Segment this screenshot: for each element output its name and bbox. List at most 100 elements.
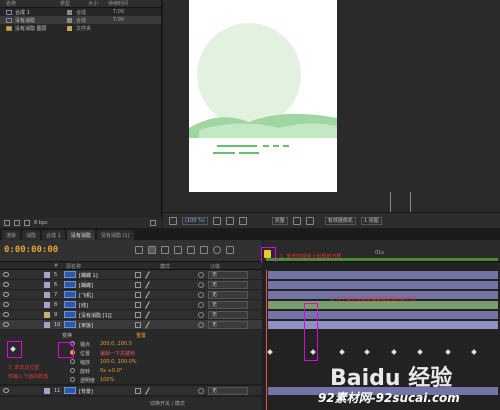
col-size[interactable]: 大小 <box>88 0 108 7</box>
stopwatch-icon[interactable] <box>70 359 75 364</box>
new-composition-icon[interactable] <box>24 220 30 226</box>
frame-blend-icon[interactable] <box>161 246 169 254</box>
pick-whip-icon[interactable] <box>198 272 204 278</box>
comp-mini-flowchart-icon[interactable] <box>135 246 143 254</box>
pick-whip-icon[interactable] <box>198 322 204 328</box>
label-swatch[interactable] <box>44 312 50 318</box>
property-row-position[interactable]: 位置 编辑一下关键帧 <box>0 348 262 357</box>
layer-row[interactable]: 11 [背景] 无 <box>0 386 262 396</box>
zoom-select[interactable]: (100 %) <box>182 216 208 225</box>
live-update-icon[interactable] <box>226 246 234 254</box>
layer-duration-bar[interactable] <box>268 311 498 319</box>
shy-switch[interactable] <box>135 322 141 328</box>
tab-shy[interactable]: 消隐 <box>22 230 41 240</box>
quality-switch[interactable] <box>145 291 150 299</box>
layer-name[interactable]: [飞机] <box>79 292 93 299</box>
shy-switch[interactable] <box>135 282 141 288</box>
camera-select[interactable]: 有效摄像机 <box>324 216 356 225</box>
transform-label[interactable]: 变换 <box>62 332 72 339</box>
tab-no-shy[interactable]: 没有消隐 <box>66 230 95 240</box>
parent-select[interactable]: 无 <box>208 311 248 319</box>
layer-row[interactable]: 7 [飞机] 无 <box>0 290 262 300</box>
tab-comp-1[interactable]: 合成 1 <box>42 230 65 240</box>
mask-icon[interactable] <box>225 216 234 225</box>
transparency-grid-icon[interactable] <box>305 216 314 225</box>
grid-icon[interactable] <box>212 216 221 225</box>
eye-icon[interactable] <box>3 292 9 297</box>
layer-row[interactable]: 8 [线] 无 <box>0 300 262 310</box>
shy-switch[interactable] <box>135 272 141 278</box>
project-item[interactable]: 没有消隐 图层 文件夹 <box>0 24 161 32</box>
eye-icon[interactable] <box>3 322 9 327</box>
toggle-switches-modes[interactable]: 切换开关 / 模式 <box>150 400 185 407</box>
parent-select[interactable]: 无 <box>208 271 248 279</box>
label-swatch[interactable] <box>44 292 50 298</box>
interpret-footage-icon[interactable] <box>4 220 10 226</box>
label-swatch[interactable] <box>44 322 50 328</box>
views-select[interactable]: 1 视图 <box>360 216 382 225</box>
property-row[interactable]: 锚点 200.0, 200.0 <box>0 339 262 348</box>
layer-name[interactable]: [线] <box>79 302 88 309</box>
layer-name[interactable]: [背景] <box>79 388 93 395</box>
label-swatch[interactable] <box>44 272 50 278</box>
quality-switch[interactable] <box>145 271 150 279</box>
tab-render[interactable]: 渲染 <box>2 230 21 240</box>
pick-whip-icon[interactable] <box>198 282 204 288</box>
label-swatch[interactable] <box>44 302 50 308</box>
label-swatch[interactable] <box>44 282 50 288</box>
brainstorm-icon[interactable] <box>187 246 195 254</box>
quality-switch[interactable] <box>145 311 150 319</box>
eye-icon[interactable] <box>3 282 9 287</box>
eye-icon[interactable] <box>3 312 9 317</box>
layer-name[interactable]: [蝴蝶 1] <box>79 272 98 279</box>
layer-row[interactable]: 9 [没有消隐 [1]] 无 <box>0 310 262 320</box>
parent-select[interactable]: 无 <box>208 387 248 395</box>
parent-select[interactable]: 无 <box>208 281 248 289</box>
eye-icon[interactable] <box>3 388 9 393</box>
trash-icon[interactable] <box>150 220 156 226</box>
quality-switch[interactable] <box>145 281 150 289</box>
shy-toggle-icon[interactable] <box>148 246 156 254</box>
shy-switch[interactable] <box>135 292 141 298</box>
parent-select[interactable]: 无 <box>208 321 248 329</box>
quality-switch[interactable] <box>145 321 150 329</box>
property-value[interactable]: 200.0, 200.0 <box>100 341 132 347</box>
property-note[interactable]: 编辑一下关键帧 <box>100 350 135 357</box>
bit-depth[interactable]: 8 bpc <box>34 220 48 226</box>
pick-whip-icon[interactable] <box>198 302 204 308</box>
resolution-select[interactable]: 完整 <box>271 216 288 225</box>
project-item[interactable]: 合成 1 合成 7:00 <box>0 8 161 16</box>
shy-switch[interactable] <box>135 302 141 308</box>
col-type[interactable]: 类型 <box>60 0 88 7</box>
label-swatch[interactable] <box>44 388 50 394</box>
layer-duration-bar[interactable] <box>268 321 498 329</box>
layer-name[interactable]: [没有消隐 [1]] <box>79 312 112 319</box>
eye-icon[interactable] <box>3 272 9 277</box>
region-icon[interactable] <box>292 216 301 225</box>
pick-whip-icon[interactable] <box>198 388 204 394</box>
composition-canvas[interactable] <box>189 0 337 192</box>
layer-row[interactable]: 5 [蝴蝶 1] 无 <box>0 270 262 280</box>
project-item[interactable]: 没有消隐 合成 7:00 <box>0 16 161 24</box>
motion-blur-icon[interactable] <box>174 246 182 254</box>
pick-whip-icon[interactable] <box>198 312 204 318</box>
reset-link[interactable]: 重置 <box>136 332 146 339</box>
layer-row-selected[interactable]: 10 [米饭] 无 <box>0 320 262 330</box>
parent-select[interactable]: 无 <box>208 291 248 299</box>
stopwatch-icon[interactable] <box>70 368 75 373</box>
camera-icon[interactable] <box>238 216 247 225</box>
current-timecode[interactable]: 0:00:00:00 <box>4 245 58 255</box>
shy-switch[interactable] <box>135 388 141 394</box>
pick-whip-icon[interactable] <box>198 292 204 298</box>
col-name[interactable]: 名称 <box>0 0 60 7</box>
property-value[interactable]: 100% <box>100 377 114 383</box>
shy-switch[interactable] <box>135 312 141 318</box>
new-folder-icon[interactable] <box>14 220 20 226</box>
quality-switch[interactable] <box>145 387 150 395</box>
layer-duration-bar[interactable] <box>268 281 498 289</box>
transform-group[interactable]: 变换 重置 <box>0 330 262 339</box>
tab-no-shy-1[interactable]: 没有消隐 (1) <box>96 230 134 240</box>
current-time-indicator[interactable] <box>266 270 267 410</box>
search-icon[interactable] <box>213 246 221 254</box>
property-value[interactable]: 0x +0.0° <box>100 368 122 374</box>
